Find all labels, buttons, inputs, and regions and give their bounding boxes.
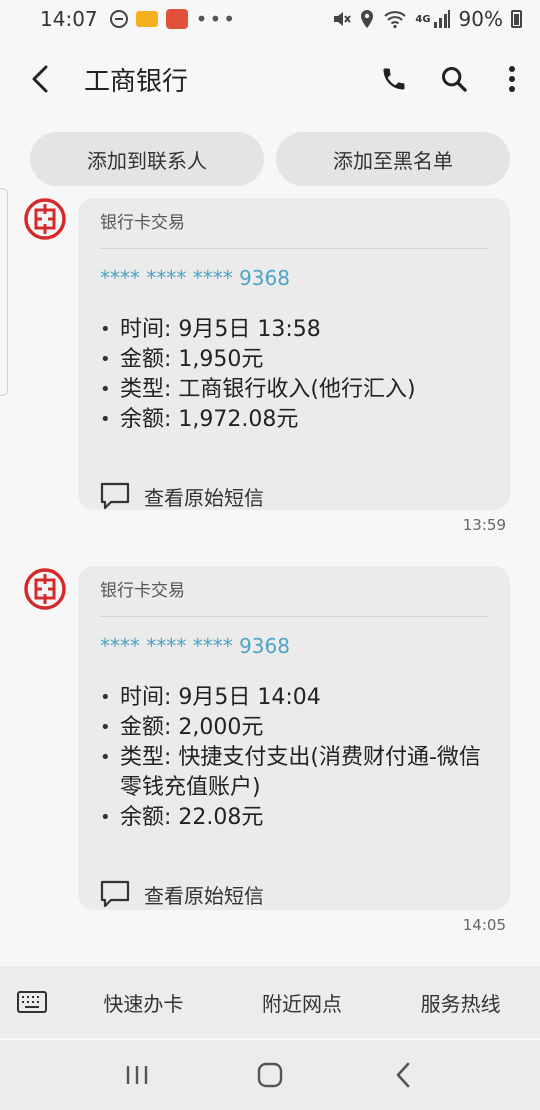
quick-menu-bar: 快速办卡 附近网点 服务热线 <box>0 966 540 1038</box>
add-blacklist-button[interactable]: 添加至黑名单 <box>276 132 510 186</box>
battery-percent: 90% <box>458 7 503 31</box>
search-icon <box>441 66 467 92</box>
view-original-sms-button[interactable]: 查看原始短信 <box>100 859 488 929</box>
status-bar: 14:07 ••• 4G 90% <box>0 0 540 38</box>
header-actions <box>364 42 540 116</box>
detail-balance: 余额: 1,972.08元 <box>100 405 488 435</box>
detail-time: 时间: 9月5日 13:58 <box>100 315 488 345</box>
recent-apps-button[interactable] <box>107 1045 167 1105</box>
mute-icon <box>334 12 352 26</box>
nav-back-icon <box>397 1062 410 1088</box>
quick-menu-item-hotline[interactable]: 服务热线 <box>381 988 540 1017</box>
notification-icons: ••• <box>109 7 238 31</box>
more-vert-icon <box>509 66 515 92</box>
phone-icon <box>383 68 405 90</box>
view-original-sms-label: 查看原始短信 <box>144 485 264 510</box>
search-button[interactable] <box>424 42 484 116</box>
signal-icon <box>433 10 450 28</box>
detail-amount: 金额: 2,000元 <box>100 713 488 743</box>
message-title: 银行卡交易 <box>100 213 185 233</box>
nav-back-button[interactable] <box>373 1045 433 1105</box>
quick-menu-item-nearby-branch[interactable]: 附近网点 <box>223 988 382 1017</box>
keyboard-icon <box>17 991 47 1013</box>
call-button[interactable] <box>364 42 424 116</box>
message-time: 14:05 <box>462 916 506 934</box>
more-options-button[interactable] <box>484 42 540 116</box>
payment-app-icon <box>135 11 158 27</box>
card-number-link[interactable]: **** **** **** 9368 <box>100 631 488 671</box>
more-notifications-icon: ••• <box>195 7 238 31</box>
recents-icon <box>126 1066 147 1084</box>
home-icon <box>257 1062 283 1088</box>
network-type: 4G <box>415 13 431 25</box>
view-original-sms-label: 查看原始短信 <box>144 883 264 908</box>
transaction-details: 时间: 9月5日 14:04 金额: 2,000元 类型: 快捷支付支出(消费财… <box>100 683 488 833</box>
add-contact-button[interactable]: 添加到联系人 <box>30 132 264 186</box>
message-icon <box>100 880 130 908</box>
back-arrow-icon <box>32 65 48 93</box>
home-button[interactable] <box>240 1045 300 1105</box>
do-not-disturb-icon <box>109 10 128 28</box>
message-bubble[interactable]: 银行卡交易 **** **** **** 9368 时间: 9月5日 14:04… <box>78 566 510 910</box>
transaction-details: 时间: 9月5日 13:58 金额: 1,950元 类型: 工商银行收入(他行汇… <box>100 315 488 435</box>
wifi-icon <box>384 11 407 29</box>
battery-icon <box>511 10 522 28</box>
message-time: 13:59 <box>462 516 506 534</box>
detail-amount: 金额: 1,950元 <box>100 345 488 375</box>
app-notification-icon <box>165 9 188 29</box>
page-title: 工商银行 <box>84 66 189 97</box>
card-number-link[interactable]: **** **** **** 9368 <box>100 263 488 303</box>
view-original-sms-button[interactable]: 查看原始短信 <box>100 461 488 531</box>
detail-type: 类型: 快捷支付支出(消费财付通-微信零钱充值账户) <box>100 743 488 803</box>
edge-panel-handle[interactable] <box>0 188 8 396</box>
message-bubble[interactable]: 银行卡交易 **** **** **** 9368 时间: 9月5日 13:58… <box>78 198 510 510</box>
detail-balance: 余额: 22.08元 <box>100 803 488 833</box>
divider <box>100 248 488 249</box>
keyboard-toggle-button[interactable] <box>0 966 64 1038</box>
message-title: 银行卡交易 <box>100 581 185 601</box>
system-navigation-bar <box>0 1040 540 1110</box>
detail-type: 类型: 工商银行收入(他行汇入) <box>100 375 488 405</box>
status-time: 14:07 <box>40 7 98 31</box>
icbc-logo-icon <box>24 198 66 240</box>
icbc-logo-icon <box>24 568 66 610</box>
back-button[interactable] <box>0 42 80 116</box>
location-icon <box>361 10 374 28</box>
status-right: 4G 90% <box>331 7 522 31</box>
message-icon <box>100 482 130 510</box>
quick-menu-item-apply-card[interactable]: 快速办卡 <box>64 988 223 1017</box>
detail-time: 时间: 9月5日 14:04 <box>100 683 488 713</box>
divider <box>100 616 488 617</box>
contact-actions: 添加到联系人 添加至黑名单 <box>30 132 510 186</box>
app-header: 工商银行 <box>0 42 540 116</box>
